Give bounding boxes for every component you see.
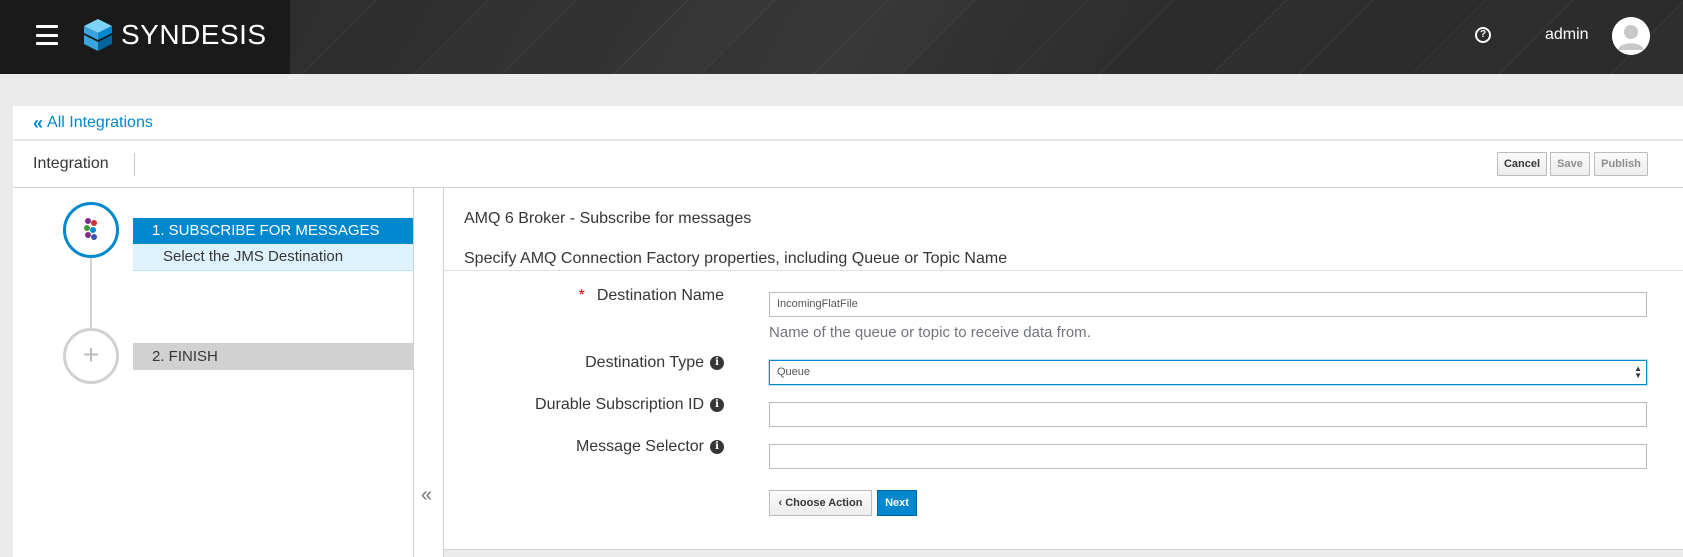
select-arrows-icon: ▲ ▼ (1634, 364, 1642, 380)
chevron-left-icon: ‹ (778, 497, 783, 509)
brand-name: SYNDESIS (121, 19, 267, 50)
user-menu[interactable]: admin (1545, 26, 1589, 44)
destination-name-input[interactable]: IncomingFlatFile (769, 292, 1647, 317)
info-icon[interactable]: i (710, 440, 724, 454)
destination-type-select[interactable]: Queue ▲ ▼ (769, 360, 1647, 385)
info-icon[interactable]: i (710, 356, 724, 370)
integration-header: Integration Cancel Save Publish (13, 141, 1683, 188)
durable-subscription-label-wrap: Durable Subscription ID i (454, 394, 724, 418)
breadcrumb-link-all-integrations[interactable]: All Integrations (47, 114, 153, 132)
next-button[interactable]: Next (877, 490, 917, 516)
header-divider (134, 153, 135, 176)
step-1-sublabel[interactable]: Select the JMS Destination (133, 244, 413, 271)
info-icon[interactable]: i (710, 398, 724, 412)
double-chevron-left-icon[interactable]: « (421, 484, 432, 507)
plus-icon[interactable]: + (63, 328, 119, 384)
durable-subscription-id-label: Durable Subscription ID (535, 396, 704, 413)
publish-button[interactable]: Publish (1594, 152, 1648, 176)
double-chevron-left-icon: « (33, 113, 44, 133)
step-1-label[interactable]: 1. SUBSCRIBE FOR MESSAGES (133, 218, 413, 244)
destination-type-label-wrap: Destination Type i (454, 352, 724, 376)
choose-action-label: Choose Action (785, 497, 863, 509)
destination-type-label: Destination Type (585, 354, 704, 371)
syndesis-logo-icon (84, 19, 112, 51)
hamburger-icon[interactable] (36, 25, 58, 45)
top-navbar: SYNDESIS ? admin (0, 0, 1683, 74)
breadcrumb-bar: « All Integrations (13, 106, 1683, 140)
durable-subscription-id-input[interactable] (769, 402, 1647, 427)
flow-collapse-column: « (413, 188, 444, 557)
form-separator (444, 270, 1683, 271)
breadcrumb[interactable]: « All Integrations (33, 114, 153, 132)
step-1-icon[interactable] (63, 202, 119, 258)
destination-type-value: Queue (777, 366, 811, 378)
page-title: Integration (33, 155, 109, 172)
message-selector-label: Message Selector (575, 438, 704, 455)
question-circle-icon[interactable]: ? (1475, 27, 1491, 43)
amq-broker-icon (84, 218, 97, 240)
avatar[interactable] (1612, 17, 1650, 55)
message-selector-input[interactable] (769, 444, 1647, 469)
step-2-label[interactable]: 2. FINISH (133, 343, 413, 370)
navbar-background (290, 0, 1683, 74)
destination-name-help: Name of the queue or topic to receive da… (769, 324, 1091, 341)
flow-steps-panel: 1. SUBSCRIBE FOR MESSAGES Select the JMS… (13, 188, 413, 557)
panel-bottom-edge (444, 549, 1683, 557)
step-config-panel: AMQ 6 Broker - Subscribe for messages Sp… (444, 188, 1683, 557)
cancel-button[interactable]: Cancel (1497, 152, 1547, 176)
form-title: AMQ 6 Broker - Subscribe for messages (464, 210, 752, 227)
step-connector (90, 258, 92, 328)
destination-name-label-wrap: * Destination Name (454, 285, 724, 309)
save-button[interactable]: Save (1550, 152, 1590, 176)
required-asterisk: * (578, 287, 585, 304)
destination-name-label: Destination Name (596, 287, 724, 304)
message-selector-label-wrap: Message Selector i (454, 436, 724, 460)
choose-action-button[interactable]: ‹ Choose Action (769, 490, 872, 516)
form-description: Specify AMQ Connection Factory propertie… (464, 250, 1008, 267)
